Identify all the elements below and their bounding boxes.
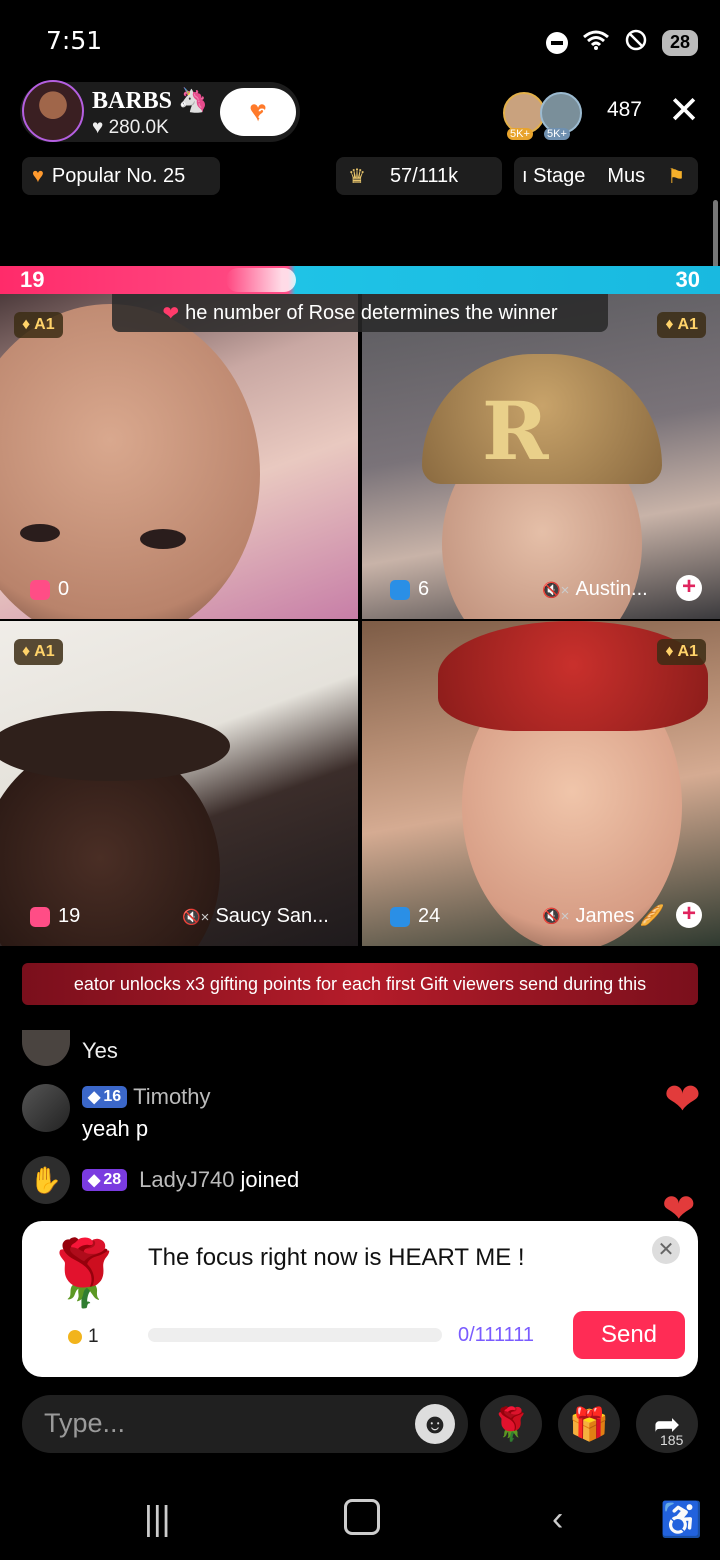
score-spark-icon (226, 268, 296, 292)
status-time: 7:51 (46, 26, 103, 55)
goal-progress-bar (148, 1328, 442, 1342)
gift-box-icon: ⚑ (667, 165, 686, 188)
back-icon[interactable]: ‹ (552, 1500, 563, 1539)
stage-progress-badge[interactable]: ♛ 57/111k (336, 157, 502, 195)
participant-name[interactable]: 🔇× James 🥖 (542, 903, 665, 928)
trophy-icon: ♛ (348, 165, 366, 188)
chat-message: joined (240, 1167, 300, 1192)
battle-score-bar (0, 266, 720, 294)
avatar[interactable] (22, 1030, 70, 1066)
stage-links[interactable]: ı Stage Mus ⚑ (514, 157, 698, 195)
follow-plus-button[interactable]: + (676, 575, 702, 601)
mute-icon: 🔇× (542, 581, 570, 599)
host-name: BARBS 🦄 (92, 88, 208, 114)
heart-count: 24 (258, 105, 274, 121)
rose-icon: 🌹 (491, 1406, 531, 1442)
rose-icon: ❤ (162, 302, 180, 325)
video-tile-1[interactable]: ♦ A1 0 (0, 294, 358, 619)
emoji-icon[interactable]: ☻ (415, 1404, 455, 1444)
video-tile-4[interactable]: ♦ A1 24 🔇× James 🥖 + (362, 621, 720, 946)
level-badge: ◆ 16 (82, 1086, 128, 1108)
video-tile-2[interactable]: R ♦ A1 6 🔇× Austin... + (362, 294, 720, 619)
heart-button[interactable]: ♥ 24 (220, 88, 296, 136)
viewer-count[interactable]: 487 (607, 98, 642, 122)
gifting-banner: eator unlocks x3 gifting points for each… (22, 963, 698, 1005)
coin-icon (68, 1330, 82, 1344)
chat-username[interactable]: Timothy (133, 1084, 210, 1110)
gift-button[interactable]: 🎁 (558, 1395, 620, 1453)
rank-badge: ♦ A1 (14, 312, 63, 338)
share-count: 185 (660, 1432, 684, 1448)
top-viewer-1[interactable]: 5K+ (503, 92, 545, 140)
rank-badge: ♦ A1 (657, 639, 706, 665)
recent-apps-icon[interactable]: ||| (144, 1500, 171, 1539)
gift-count: 0 (30, 578, 69, 601)
host-likes: ♥ 280.0K (92, 117, 169, 138)
rose-button[interactable]: 🌹 (480, 1395, 542, 1453)
top-viewer-2[interactable]: 5K+ (540, 92, 582, 140)
battle-rule-banner: ❤ he number of Rose determines the winne… (112, 294, 608, 332)
chat-message: yeah p (82, 1116, 149, 1141)
comment-placeholder[interactable]: Type... (44, 1408, 125, 1439)
wave-icon: ✋ (22, 1156, 70, 1204)
chat-message: Yes (82, 1038, 118, 1063)
left-team-score: 19 (20, 267, 45, 292)
chat-row: Yes (22, 1030, 118, 1066)
rank-badge: ♦ A1 (657, 312, 706, 338)
chat-username[interactable]: LadyJ740 (139, 1167, 234, 1193)
popular-rank-badge[interactable]: ♥ Popular No. 25 (22, 157, 220, 195)
close-icon[interactable]: ✕ (652, 1236, 680, 1264)
home-icon[interactable] (344, 1499, 380, 1535)
no-signal-icon (624, 28, 648, 57)
host-avatar[interactable] (22, 80, 84, 142)
heart-icon: ♥ (32, 164, 44, 187)
gift-icon: 🎁 (569, 1406, 609, 1442)
rose-icon: 🌹 (44, 1237, 124, 1309)
right-team-score: 30 (675, 267, 700, 292)
gift-count: 6 (390, 578, 429, 601)
gift-count: 19 (30, 905, 80, 928)
follow-plus-button[interactable]: + (676, 902, 702, 928)
mute-icon: 🔇× (182, 908, 210, 926)
participant-name[interactable]: 🔇× Austin... (542, 578, 648, 601)
dnd-icon (546, 31, 568, 54)
level-badge: ◆ 28 (82, 1169, 128, 1191)
battery-indicator: 28 (662, 29, 698, 56)
video-tile-3[interactable]: ♦ A1 19 🔇× Saucy San... (0, 621, 358, 946)
goal-title: The focus right now is HEART ME ! (148, 1244, 525, 1271)
participant-name[interactable]: 🔇× Saucy San... (182, 905, 329, 928)
avatar[interactable] (22, 1084, 70, 1132)
send-button[interactable]: Send (573, 1311, 685, 1359)
close-icon[interactable]: ✕ (668, 92, 700, 130)
mute-icon: 🔇× (542, 907, 570, 925)
goal-progress-label: 0/111111 (458, 1324, 534, 1346)
rank-badge: ♦ A1 (14, 639, 63, 665)
chat-row: ◆ 16 Timothy yeah p (22, 1084, 211, 1142)
wifi-icon (582, 29, 610, 57)
accessibility-icon[interactable]: ♿ (660, 1500, 702, 1540)
coin-cost: 1 (68, 1326, 99, 1348)
gift-count: 24 (390, 905, 440, 928)
floating-heart-icon: ❤ (664, 1075, 701, 1124)
chat-row: ✋ ◆ 28 LadyJ740 joined (22, 1156, 299, 1204)
status-icons: 28 (546, 28, 698, 57)
